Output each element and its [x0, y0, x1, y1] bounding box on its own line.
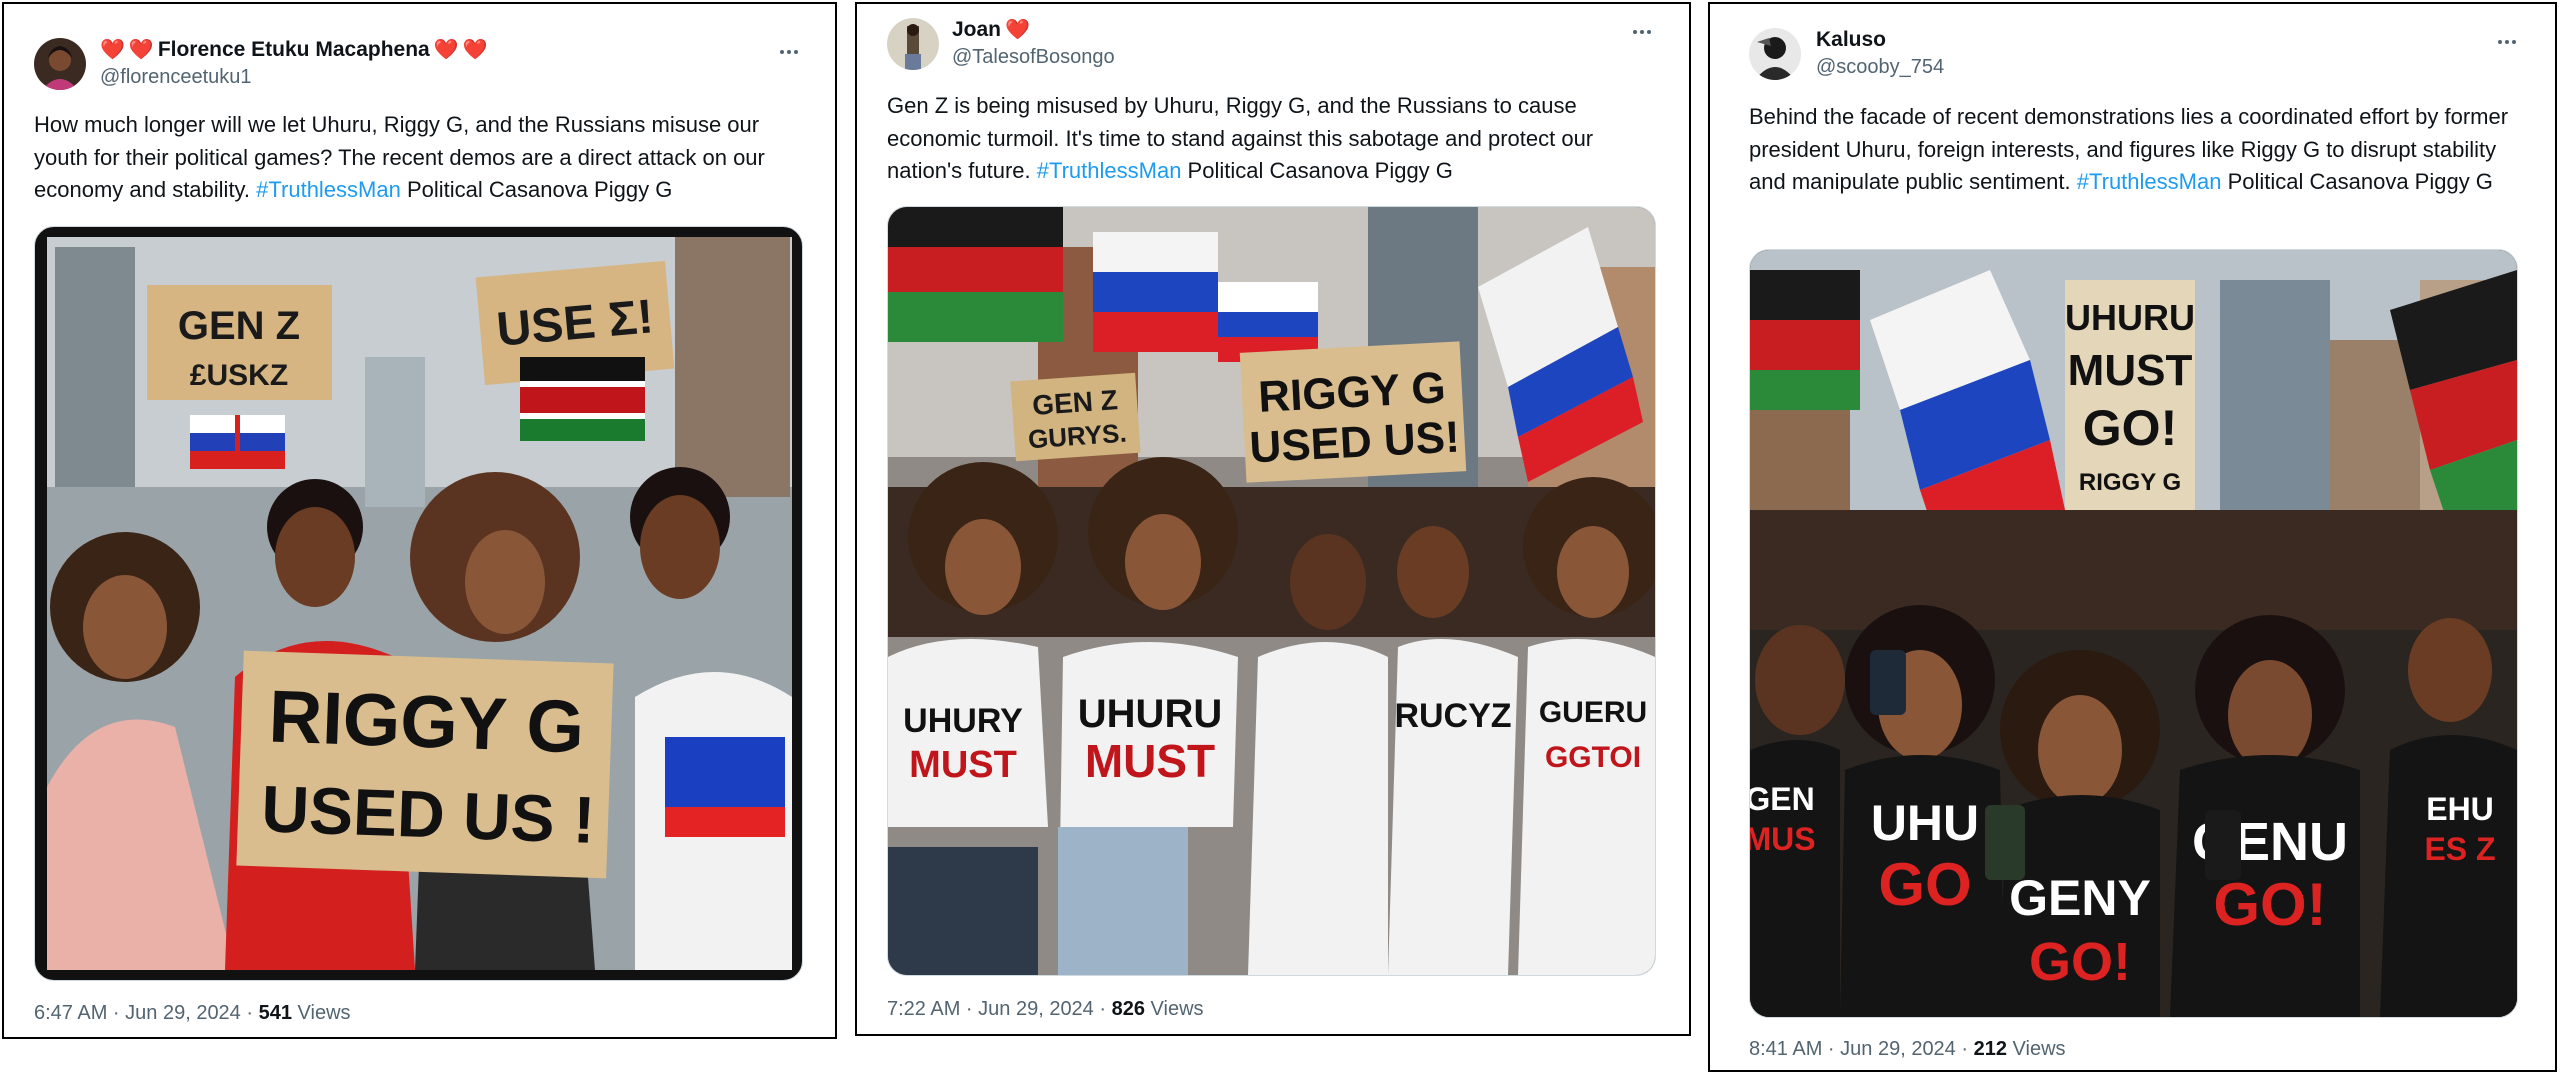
- display-name: Joan: [952, 18, 1002, 41]
- shirt-text: GUERU: [1539, 696, 1647, 729]
- tweet-text: Behind the facade of recent demonstratio…: [1749, 101, 2529, 199]
- hashtag-link[interactable]: #TruthlessMan: [1037, 158, 1182, 183]
- hashtag-link[interactable]: #TruthlessMan: [256, 177, 401, 202]
- heart-icon: ❤️: [128, 39, 154, 61]
- view-count: 212: [1973, 1038, 2007, 1060]
- shirt-text: GGTOI: [1545, 741, 1641, 774]
- shirt-text: ES Z: [2424, 831, 2495, 867]
- shirt-text: MUS: [1750, 821, 1816, 857]
- shirt-text: EHU: [2426, 791, 2494, 827]
- views-label: Views: [291, 1002, 351, 1024]
- display-name-row[interactable]: Kaluso: [1816, 28, 1886, 52]
- more-options-icon[interactable]: [1627, 22, 1657, 42]
- tweet-text-part: Political Casanova Piggy G: [1181, 158, 1453, 183]
- tweet-image[interactable]: GEN Z £USKZ USE Σ! RIGGY G USED US !: [34, 226, 803, 981]
- shirt-text: GEN: [1750, 781, 1815, 817]
- shirt-text: GENY: [2009, 870, 2151, 926]
- tweet-text-part: Political Casanova Piggy G: [2221, 169, 2493, 194]
- sign-text: UHURU: [2065, 297, 2195, 338]
- shirt-text: UHURY: [903, 702, 1023, 740]
- tweet-text-part: Political Casanova Piggy G: [400, 177, 673, 202]
- avatar[interactable]: [1749, 28, 1801, 80]
- sign-text: £USKZ: [190, 359, 288, 392]
- tweet-card[interactable]: ❤️ ❤️ Florence Etuku Macaphena ❤️ ❤️ @flor…: [2, 2, 837, 1039]
- avatar[interactable]: [34, 38, 86, 90]
- tweet-text: Gen Z is being misused by Uhuru, Riggy G…: [887, 90, 1667, 188]
- sign-text: RIGGY G: [2079, 469, 2181, 496]
- sign-text: RIGGY G: [1257, 363, 1447, 422]
- sign-text: MUST: [2068, 346, 2193, 395]
- hashtag-link[interactable]: #TruthlessMan: [2077, 169, 2222, 194]
- tweet-card[interactable]: Joan ❤️ @TalesofBosongo Gen Z is being m…: [855, 2, 1691, 1036]
- sign-text: RIGGY G: [267, 675, 585, 769]
- display-name-row[interactable]: ❤️ ❤️ Florence Etuku Macaphena ❤️ ❤️: [100, 38, 488, 62]
- shirt-text: MUST: [909, 744, 1017, 786]
- timestamp[interactable]: 8:41 AM · Jun 29, 2024 ·: [1749, 1038, 1974, 1060]
- display-name: Florence Etuku Macaphena: [157, 38, 430, 61]
- heart-icon: ❤️: [100, 39, 125, 61]
- views-label: Views: [1144, 998, 1204, 1020]
- shirt-text: RUCYZ: [1394, 697, 1511, 735]
- tweet-meta: 8:41 AM · Jun 29, 2024 · 212 Views: [1749, 1038, 2066, 1061]
- user-handle[interactable]: @TalesofBosongo: [952, 46, 1115, 69]
- user-handle[interactable]: @scooby_754: [1816, 56, 1944, 79]
- timestamp[interactable]: 7:22 AM · Jun 29, 2024 ·: [887, 998, 1112, 1020]
- tweet-meta: 7:22 AM · Jun 29, 2024 · 826 Views: [887, 998, 1204, 1021]
- tweet-image[interactable]: GEN Z GURYS. RIGGY G USED US! UHURY MUST…: [887, 206, 1656, 976]
- shirt-text: GO!: [2029, 932, 2131, 992]
- shirt-text: MUST: [1085, 735, 1215, 787]
- view-count: 541: [258, 1002, 292, 1024]
- tweet-card[interactable]: Kaluso @scooby_754 Behind the facade of …: [1708, 2, 2557, 1072]
- display-name-row[interactable]: Joan ❤️: [952, 18, 1030, 42]
- sign-text: GEN Z: [178, 304, 300, 348]
- tweet-meta: 6:47 AM · Jun 29, 2024 · 541 Views: [34, 1002, 351, 1025]
- shirt-text: UHU: [1871, 795, 1979, 851]
- user-handle[interactable]: @florenceetuku1: [100, 66, 252, 89]
- view-count: 826: [1111, 998, 1145, 1020]
- shirt-text: UHURU: [1078, 692, 1222, 736]
- views-label: Views: [2006, 1038, 2066, 1060]
- heart-icon: ❤️: [433, 39, 459, 61]
- sign-text: USED US !: [260, 771, 596, 857]
- display-name: Kaluso: [1816, 28, 1887, 51]
- timestamp[interactable]: 6:47 AM · Jun 29, 2024 ·: [34, 1002, 259, 1024]
- tweet-image[interactable]: UHURU MUST GO! RIGGY G GEN MUS UHU GO GE: [1749, 249, 2518, 1018]
- tweet-text: How much longer will we let Uhuru, Riggy…: [34, 109, 814, 207]
- more-options-icon[interactable]: [774, 42, 804, 62]
- more-options-icon[interactable]: [2492, 32, 2522, 52]
- heart-icon: ❤️: [1005, 19, 1030, 41]
- shirt-text: GO: [1878, 851, 1971, 918]
- sign-text: GEN Z: [1031, 384, 1119, 421]
- shirt-text: GO!: [2213, 871, 2326, 938]
- heart-icon: ❤️: [462, 39, 488, 61]
- sign-text: GO!: [2083, 400, 2177, 456]
- avatar[interactable]: [887, 18, 939, 70]
